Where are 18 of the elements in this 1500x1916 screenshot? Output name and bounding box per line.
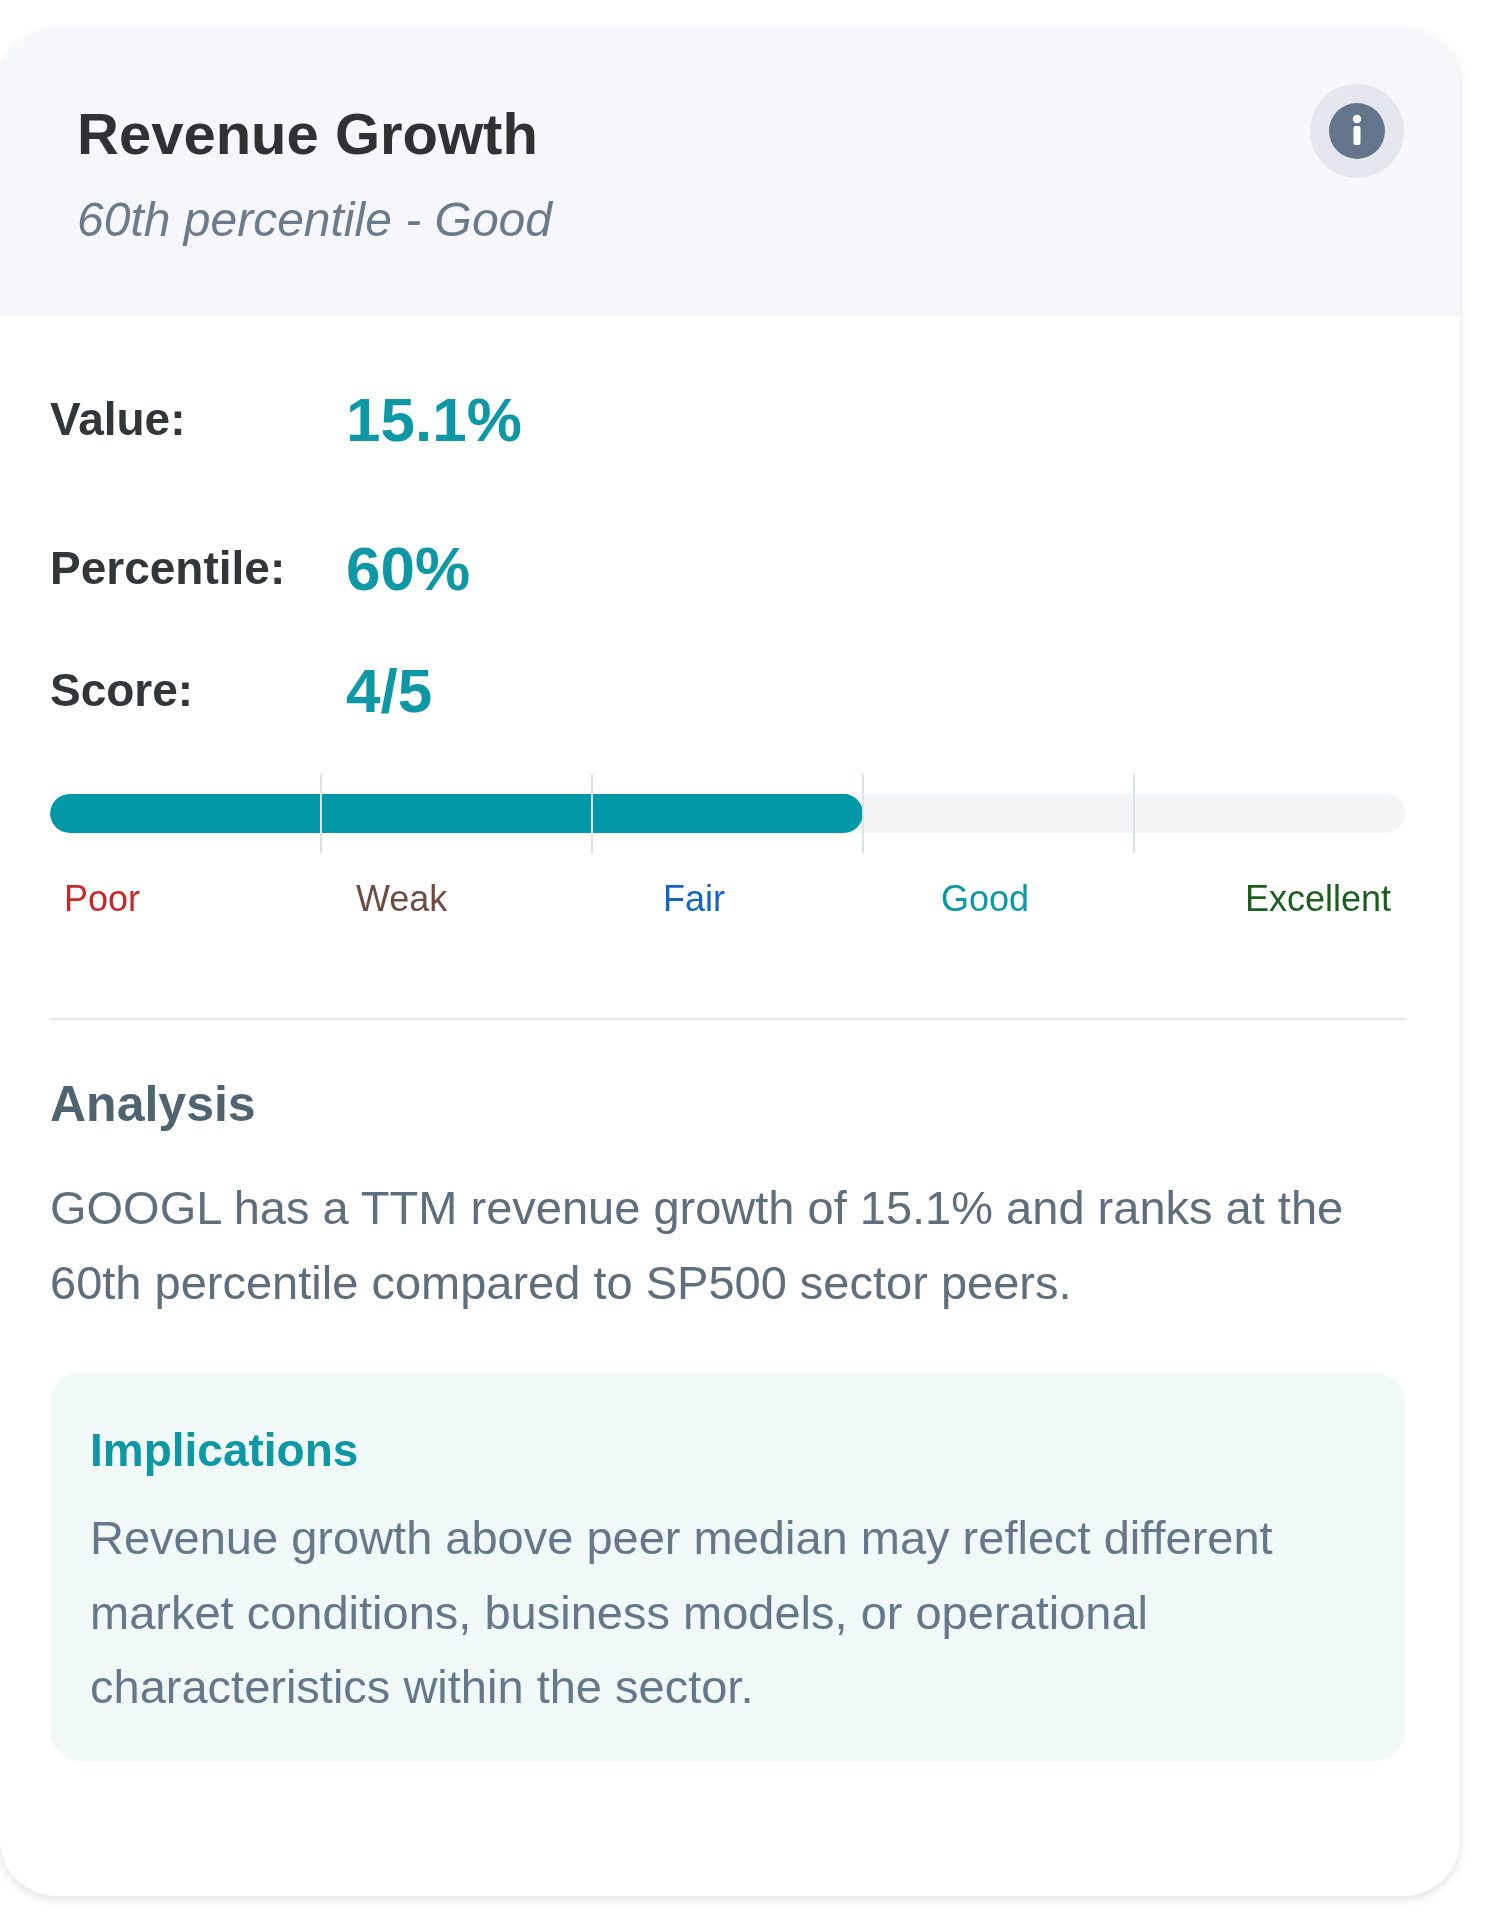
scale-label: Poor (64, 877, 141, 920)
metric-value: 60% (346, 532, 471, 604)
metric-value: 4/5 (346, 654, 433, 726)
metric-label: Percentile: (50, 541, 287, 595)
metric-label: Score: (50, 663, 195, 717)
implications-heading: Implications (90, 1423, 360, 1478)
info-icon (1329, 103, 1385, 159)
scale-label: Fair (663, 877, 726, 920)
card-subtitle: 60th percentile - Good (77, 192, 552, 248)
card-title: Revenue Growth (77, 100, 538, 168)
analysis-text: GOOGL has a TTM revenue growth of 15.1% and ranks at the 60th percentile compared to SP500 sector peers. (50, 1180, 1345, 1311)
scale-label: Excellent (1244, 877, 1391, 920)
analysis-heading: Analysis (50, 1075, 257, 1134)
scale-label: Weak (355, 877, 448, 920)
metric-value: 15.1% (346, 383, 522, 455)
implications-text: Revenue growth above peer median may reflect different market conditions, business models, or operational characteristics within the sector. (90, 1510, 1274, 1715)
metric-label: Value: (50, 392, 187, 446)
scale-label: Good (940, 877, 1030, 920)
